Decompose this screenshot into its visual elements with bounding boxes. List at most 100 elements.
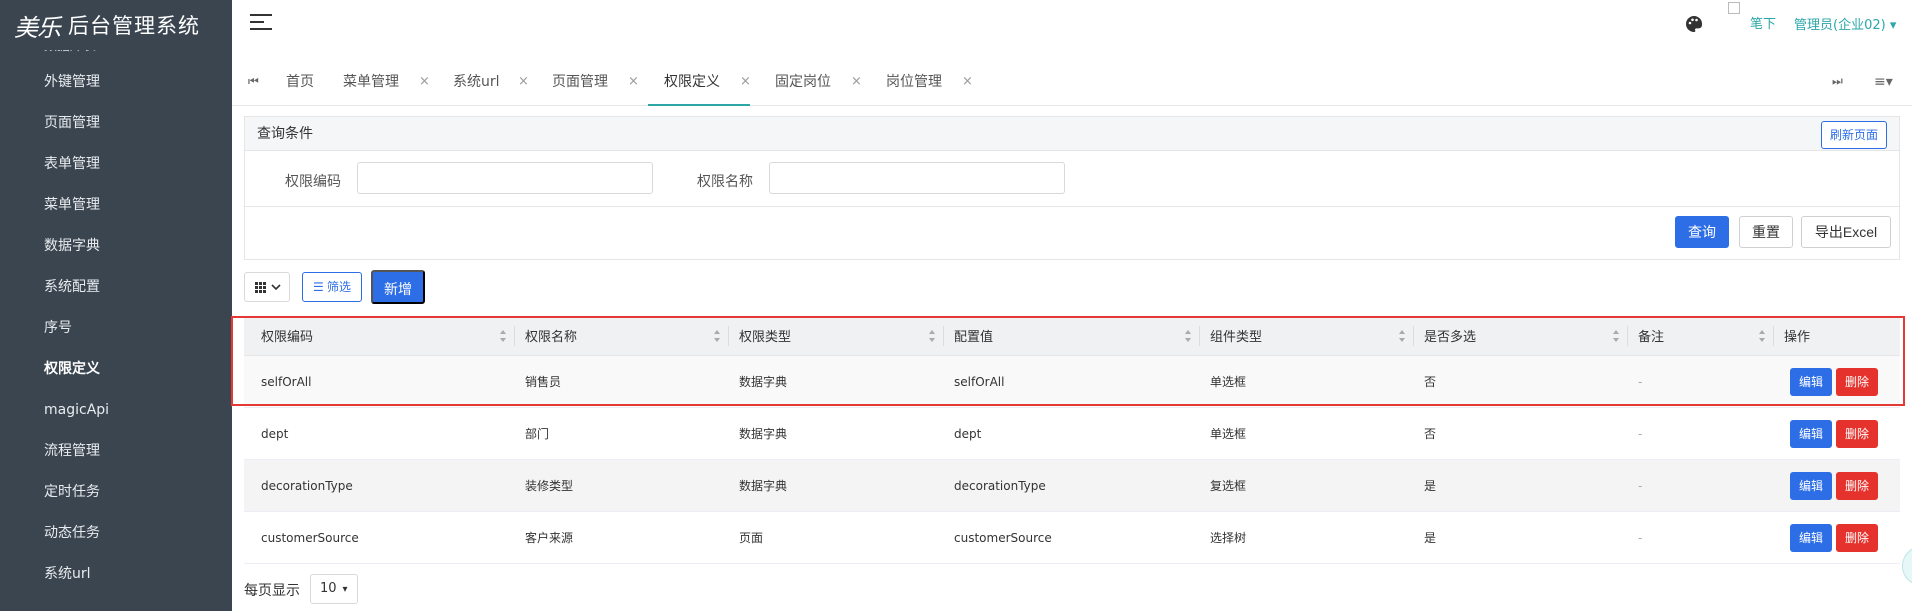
tab-close-icon[interactable]: × xyxy=(851,62,862,102)
column-header-remark[interactable]: 备注 xyxy=(1628,316,1774,355)
cell-permission-type: 数据字典 xyxy=(739,479,788,493)
tab-menu-management[interactable]: 菜单管理 × xyxy=(343,62,430,105)
column-header-permission-type[interactable]: 权限类型 xyxy=(729,316,944,355)
refresh-page-button[interactable]: 刷新页面 xyxy=(1820,121,1887,149)
tab-scroll-left-icon[interactable]: ⏮ xyxy=(248,74,259,89)
query-actions: 查询 重置 导出Excel xyxy=(245,207,1899,259)
table-row: decorationType 装修类型 数据字典 decorationType … xyxy=(244,460,1900,512)
tab-close-icon[interactable]: × xyxy=(518,62,529,102)
cell-permission-code: selfOrAll xyxy=(261,374,312,389)
tab-close-icon[interactable]: × xyxy=(419,62,430,102)
column-header-permission-code[interactable]: 权限编码 xyxy=(244,316,515,355)
cell-remark: - xyxy=(1638,530,1643,545)
cell-permission-name: 销售员 xyxy=(525,375,562,389)
sort-icon[interactable] xyxy=(1398,329,1406,343)
sort-icon[interactable] xyxy=(928,329,936,343)
cell-component-type: 单选框 xyxy=(1210,427,1247,441)
sort-icon[interactable] xyxy=(1758,329,1766,343)
tab-system-url[interactable]: 系统url × xyxy=(453,62,529,105)
edit-button[interactable]: 编辑 xyxy=(1790,367,1832,396)
sidebar-item-sequence[interactable]: 序号 xyxy=(0,308,232,349)
tab-fixed-position[interactable]: 固定岗位 × xyxy=(775,62,862,105)
tab-close-icon[interactable]: × xyxy=(962,62,973,102)
grid-icon xyxy=(255,282,281,293)
sort-icon[interactable] xyxy=(713,329,721,343)
export-excel-button[interactable]: 导出Excel xyxy=(1801,216,1891,248)
row-actions: 编辑 删除 xyxy=(1790,460,1882,511)
page-size-select[interactable]: 10 ▾ xyxy=(310,574,358,604)
permission-code-label: 权限编码 xyxy=(285,174,341,190)
row-actions: 编辑 删除 xyxy=(1790,408,1882,459)
delete-button[interactable]: 删除 xyxy=(1836,471,1878,500)
column-header-permission-name[interactable]: 权限名称 xyxy=(515,316,729,355)
add-button[interactable]: 新增 xyxy=(371,270,425,304)
sidebar-item-magic-api[interactable]: magicApi xyxy=(0,390,232,431)
cell-permission-type: 数据字典 xyxy=(739,375,788,389)
column-settings-button[interactable] xyxy=(244,272,290,302)
sidebar-item-form-management[interactable]: 表单管理 xyxy=(0,144,232,185)
floating-assistant-button[interactable] xyxy=(1902,546,1912,586)
sidebar-item-dynamic-task[interactable]: 动态任务 xyxy=(0,513,232,554)
sidebar-item-scheduled-task[interactable]: 定时任务 xyxy=(0,472,232,513)
sidebar-item-workflow[interactable]: 流程管理 xyxy=(0,431,232,472)
row-actions: 编辑 删除 xyxy=(1790,356,1882,407)
cell-remark: - xyxy=(1638,426,1643,441)
row-actions: 编辑 删除 xyxy=(1790,512,1882,563)
sidebar-item-data-dictionary[interactable]: 数据字典 xyxy=(0,226,232,267)
tab-page-management[interactable]: 页面管理 × xyxy=(552,62,639,105)
edit-button[interactable]: 编辑 xyxy=(1790,419,1832,448)
column-header-actions: 操作 xyxy=(1784,330,1811,345)
cell-remark: - xyxy=(1638,374,1643,389)
user-menu[interactable]: 管理员(企业02) ▾ xyxy=(1794,14,1896,33)
tab-position-management[interactable]: 岗位管理 × xyxy=(886,62,973,105)
delete-button[interactable]: 删除 xyxy=(1836,367,1878,396)
sidebar-item-permission-definition[interactable]: 权限定义 xyxy=(0,349,232,390)
column-header-config-value[interactable]: 配置值 xyxy=(944,316,1200,355)
top-header: 笔下 光年 管理员(企业02) ▾ xyxy=(232,0,1912,80)
column-header-component-type[interactable]: 组件类型 xyxy=(1200,316,1414,355)
edit-button[interactable]: 编辑 xyxy=(1790,471,1832,500)
query-fields: 权限编码 权限名称 xyxy=(245,151,1899,207)
cell-component-type: 选择树 xyxy=(1210,531,1247,545)
page-size-label: 每页显示 xyxy=(244,583,300,599)
palette-icon[interactable] xyxy=(1684,14,1704,34)
edit-button[interactable]: 编辑 xyxy=(1790,523,1832,552)
cell-config-value: dept xyxy=(954,426,982,441)
sort-icon[interactable] xyxy=(1612,329,1620,343)
tab-bar: ⏮ 首页 菜单管理 × 系统url × 页面管理 × 权限定义 × 固定岗位 × 岗位管理… xyxy=(232,62,1912,106)
column-header-multi-select[interactable]: 是否多选 xyxy=(1414,316,1628,355)
table-header: 权限编码 权限名称 权限类型 配置值 组件类型 是否多选 备注 操作 xyxy=(244,316,1900,356)
delete-button[interactable]: 删除 xyxy=(1836,419,1878,448)
reset-button[interactable]: 重置 xyxy=(1739,216,1793,248)
tab-close-icon[interactable]: × xyxy=(740,62,751,102)
cell-component-type: 复选框 xyxy=(1210,479,1247,493)
tab-scroll-right-icon[interactable]: ⏭ xyxy=(1832,74,1843,89)
cell-permission-type: 页面 xyxy=(739,531,764,545)
broken-image-icon xyxy=(1728,2,1740,14)
sidebar-item-menu-management[interactable]: 菜单管理 xyxy=(0,185,232,226)
sidebar-item-system-url[interactable]: 系统url xyxy=(0,554,232,595)
menu-toggle-icon[interactable] xyxy=(250,14,272,32)
cell-component-type: 单选框 xyxy=(1210,375,1247,389)
cell-permission-name: 部门 xyxy=(525,427,550,441)
permission-name-input[interactable] xyxy=(769,162,1065,194)
app-logo[interactable]: 美乐 后台管理系统 xyxy=(0,0,232,50)
tab-home[interactable]: 首页 xyxy=(286,62,314,105)
cell-multi-select: 否 xyxy=(1424,427,1437,441)
table-toolbar: ☰ 筛选 新增 xyxy=(244,270,644,304)
sort-icon[interactable] xyxy=(1184,329,1192,343)
sidebar-item-page-management[interactable]: 页面管理 xyxy=(0,103,232,144)
table-row: dept 部门 数据字典 dept 单选框 否 - 编辑 删除 xyxy=(244,408,1900,460)
filter-button[interactable]: ☰ 筛选 xyxy=(302,272,362,302)
tab-permission-definition[interactable]: 权限定义 × xyxy=(648,62,751,106)
delete-button[interactable]: 删除 xyxy=(1836,523,1878,552)
tab-options-icon[interactable]: ≡▾ xyxy=(1874,74,1893,90)
sidebar-item-foreign-key[interactable]: 外键管理 xyxy=(0,62,232,103)
cell-config-value: selfOrAll xyxy=(954,374,1005,389)
tab-close-icon[interactable]: × xyxy=(628,62,639,102)
sort-icon[interactable] xyxy=(499,329,507,343)
sidebar-item-system-config[interactable]: 系统配置 xyxy=(0,267,232,308)
sidebar-menu: 数据库表 外键管理 页面管理 表单管理 菜单管理 数据字典 系统配置 序号 权限… xyxy=(0,44,232,595)
permission-code-input[interactable] xyxy=(357,162,653,194)
search-button[interactable]: 查询 xyxy=(1675,216,1729,248)
